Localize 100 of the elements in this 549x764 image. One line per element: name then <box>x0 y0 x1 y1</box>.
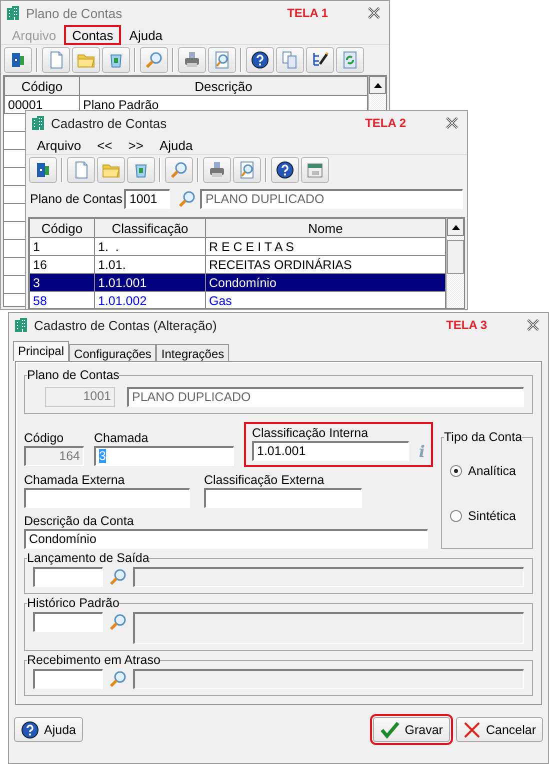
input-field[interactable] <box>204 488 362 508</box>
menu-item[interactable]: >> <box>120 134 152 154</box>
column-header[interactable]: Classificação <box>94 218 206 238</box>
input-field[interactable] <box>33 669 103 689</box>
tab[interactable]: Configurações <box>69 344 156 361</box>
building-icon <box>13 317 29 333</box>
printer-icon <box>183 51 201 69</box>
input-field[interactable] <box>33 567 103 587</box>
screen-label: TELA 1 <box>287 6 328 20</box>
screen-label: TELA 2 <box>365 116 406 130</box>
scroll-up-button[interactable] <box>369 76 386 94</box>
help-button[interactable]: Ajuda <box>14 717 83 742</box>
group-legend: Histórico Padrão <box>27 596 120 610</box>
menu-item[interactable]: Ajuda <box>121 24 171 44</box>
menu-item[interactable]: << <box>89 134 120 154</box>
print-button[interactable] <box>203 157 231 183</box>
input-field[interactable] <box>33 612 103 632</box>
page-magnifier-icon <box>238 161 256 179</box>
search-icon <box>170 161 188 179</box>
group-legend: Plano de Contas <box>27 368 120 382</box>
field-label: Classificação Interna <box>252 426 370 441</box>
radio-button[interactable] <box>450 510 462 522</box>
page-magnifier-icon <box>213 51 231 69</box>
group-legend: Tipo da Conta <box>444 430 522 444</box>
close-icon[interactable] <box>526 319 540 331</box>
radio-button[interactable] <box>450 464 462 476</box>
tree-edit-button[interactable] <box>306 47 334 73</box>
search-button[interactable] <box>140 47 168 73</box>
input-field[interactable] <box>133 669 524 689</box>
table-cell: R E C E I T A S <box>206 238 446 256</box>
table-cell: 58 <box>30 292 94 308</box>
search-icon <box>145 51 163 69</box>
building-icon <box>30 115 46 131</box>
close-icon[interactable] <box>445 117 459 129</box>
save-button[interactable]: Gravar <box>372 717 450 742</box>
input-field[interactable]: PLANO DUPLICADO <box>127 387 524 407</box>
close-icon[interactable] <box>367 7 381 19</box>
exit-button[interactable] <box>29 157 57 183</box>
window-title: Cadastro de Contas <box>51 116 168 130</box>
search-icon <box>178 190 196 208</box>
input-field[interactable]: 1.01.001 <box>252 441 409 461</box>
cancel-x-icon <box>462 720 481 738</box>
table-cell: 3 <box>30 274 94 292</box>
refresh-icon <box>341 51 359 69</box>
radio-label: Sintética <box>468 508 516 522</box>
new-button[interactable] <box>67 157 95 183</box>
checkmark-icon <box>380 720 400 738</box>
tree-pencil-icon <box>311 51 329 69</box>
delete-button[interactable] <box>127 157 155 183</box>
input-field[interactable] <box>133 567 524 587</box>
cancel-button[interactable]: Cancelar <box>456 717 543 742</box>
menu-item[interactable]: Ajuda <box>151 134 201 154</box>
field-label: Código <box>24 431 65 446</box>
window-title: Cadastro de Contas (Alteração) <box>34 318 218 332</box>
help-icon <box>21 720 39 738</box>
input-field[interactable] <box>133 612 524 644</box>
calendar-button[interactable] <box>301 157 329 183</box>
scrollbar-thumb[interactable] <box>447 240 464 274</box>
door-icon <box>34 161 52 179</box>
field-label: Classificação Externa <box>204 473 326 488</box>
tab[interactable]: Integrações <box>156 344 230 361</box>
input-field[interactable] <box>24 488 190 508</box>
search-icon <box>109 568 127 586</box>
column-header[interactable]: Descrição <box>80 76 368 96</box>
pages-icon <box>281 51 299 69</box>
open-button[interactable] <box>72 47 100 73</box>
search-button[interactable] <box>165 157 193 183</box>
scroll-up-button[interactable] <box>447 218 464 236</box>
open-button[interactable] <box>97 157 125 183</box>
preview-button[interactable] <box>208 47 236 73</box>
screen-label: TELA 3 <box>446 318 487 332</box>
tab[interactable]: Principal <box>13 341 70 361</box>
printer-icon <box>208 161 226 179</box>
exit-button[interactable] <box>4 47 32 73</box>
up-arrow-icon <box>374 82 382 88</box>
calendar-icon <box>306 161 324 179</box>
door-icon <box>9 51 27 69</box>
radio-label: Analítica <box>468 464 516 478</box>
menu-item[interactable]: Arquivo <box>29 134 90 154</box>
search-icon <box>109 670 127 688</box>
table-cell: 1. . <box>94 238 206 256</box>
preview-button[interactable] <box>233 157 261 183</box>
input-field[interactable]: Condomínio <box>24 529 428 549</box>
input-field[interactable]: 1001 <box>124 189 170 209</box>
delete-button[interactable] <box>102 47 130 73</box>
help-icon <box>276 161 294 179</box>
menu-item[interactable]: Contas <box>64 24 122 44</box>
input-field[interactable]: 1001 <box>45 387 115 407</box>
column-header[interactable]: Código <box>4 76 80 96</box>
field-label: Chamada <box>94 431 150 446</box>
building-icon <box>5 5 21 21</box>
field-label: Plano de Contas <box>30 192 122 206</box>
column-header[interactable]: Nome <box>206 218 446 238</box>
new-button[interactable] <box>42 47 70 73</box>
input-field[interactable]: PLANO DUPLICADO <box>200 189 463 209</box>
help-button[interactable] <box>271 157 299 183</box>
column-header[interactable]: Código <box>30 218 94 238</box>
group-legend: Recebimento em Atraso <box>27 653 160 667</box>
print-button[interactable] <box>178 47 206 73</box>
help-button[interactable] <box>246 47 274 73</box>
